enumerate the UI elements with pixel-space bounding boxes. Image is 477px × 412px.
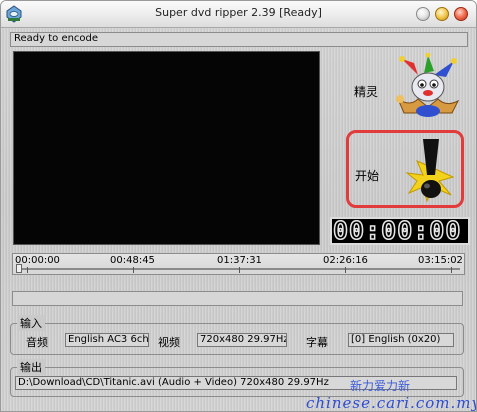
- close-icon[interactable]: [454, 7, 468, 21]
- timecode-display: 00:00:00 0: [330, 217, 470, 245]
- minimize-icon[interactable]: [416, 7, 430, 21]
- subtitle-label: 字幕: [306, 336, 328, 349]
- status-bar: Ready to encode: [10, 32, 468, 47]
- timeline-tick: [345, 267, 346, 273]
- watermark-url: chinese.cari.com.my: [306, 394, 477, 412]
- audio-track-field[interactable]: English AC3 6ch: [65, 333, 149, 347]
- maximize-icon[interactable]: [435, 7, 449, 21]
- audio-label: 音频: [26, 336, 48, 349]
- jester-wizard-icon[interactable]: [388, 53, 468, 123]
- start-label: 开始: [355, 169, 380, 183]
- start-button[interactable]: 开始: [346, 130, 464, 208]
- video-format-field[interactable]: 720x480 29.97Hz: [197, 333, 287, 347]
- timeline-mark: 03:15:02: [418, 255, 463, 266]
- window-title: Super dvd ripper 2.39 [Ready]: [155, 6, 322, 19]
- watermark-chinese: 新力爱力新: [350, 379, 411, 393]
- timeline-mark: 02:26:16: [323, 255, 368, 266]
- title-bar[interactable]: Super dvd ripper 2.39 [Ready]: [1, 1, 476, 28]
- timeline-tick: [27, 267, 28, 273]
- app-window: Super dvd ripper 2.39 [Ready] Ready to e…: [0, 0, 477, 412]
- wizard-label: 精灵: [354, 85, 379, 99]
- timeline-tick: [133, 267, 134, 273]
- timeline-tick: [239, 267, 240, 273]
- video-preview: [13, 51, 320, 245]
- subtitle-track-field[interactable]: [0] English (0x20): [348, 333, 454, 347]
- input-group-title: 输入: [17, 315, 45, 331]
- status-text: Ready to encode: [14, 33, 99, 44]
- exclamation-start-icon: [405, 139, 455, 203]
- timeline-tick: [451, 267, 452, 273]
- timeline-mark: 00:48:45: [110, 255, 155, 266]
- timeline-handle[interactable]: [16, 264, 22, 273]
- output-group-title: 输出: [17, 359, 45, 375]
- timeline-mark: 01:37:31: [217, 255, 262, 266]
- video-label: 视频: [158, 336, 180, 349]
- encode-progress-bar: [12, 291, 463, 306]
- timeline-slider[interactable]: 00:00:00 00:48:45 01:37:31 02:26:16 03:1…: [12, 253, 465, 275]
